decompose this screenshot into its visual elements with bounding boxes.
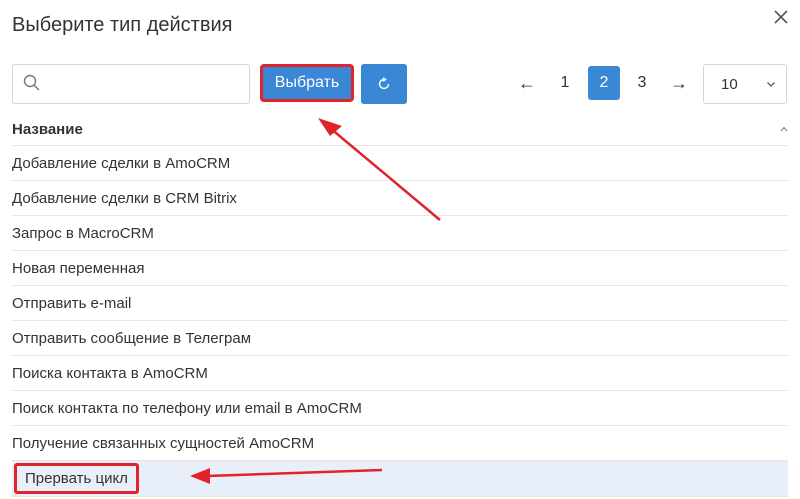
table-row[interactable]: Поиска контакта в AmoCRM xyxy=(12,356,788,391)
table-row[interactable]: Отправить e-mail xyxy=(12,286,788,321)
table-row[interactable]: Отправить сообщение в Телеграм xyxy=(12,321,788,356)
search-input[interactable] xyxy=(47,73,246,97)
page-size-select[interactable]: 10 xyxy=(703,64,787,104)
column-header-name: Название xyxy=(12,121,83,138)
refresh-button[interactable] xyxy=(361,64,407,104)
prev-page-button[interactable]: ← xyxy=(514,66,540,100)
page-3-button[interactable]: 3 xyxy=(632,66,652,100)
next-page-button[interactable]: → xyxy=(666,66,692,100)
table-row[interactable]: Получение связанных сущностей AmoCRM xyxy=(12,426,788,461)
page-2-button[interactable]: 2 xyxy=(588,66,620,100)
table-row[interactable]: Поиск контакта по телефону или email в A… xyxy=(12,391,788,426)
table-row[interactable]: Новая переменная xyxy=(12,251,788,286)
page-size-value: 10 xyxy=(721,76,738,93)
close-icon[interactable] xyxy=(770,6,792,28)
table-row[interactable]: Добавление сделки в CRM Bitrix xyxy=(12,181,788,216)
dialog-title: Выберите тип действия xyxy=(12,14,233,36)
table-header[interactable]: Название xyxy=(12,112,788,146)
page-1-button[interactable]: 1 xyxy=(555,66,575,100)
table-row[interactable]: Запрос в MacroCRM xyxy=(12,216,788,251)
search-box[interactable] xyxy=(12,64,250,104)
search-icon xyxy=(23,74,40,91)
refresh-icon xyxy=(378,77,390,90)
table-row[interactable]: Добавление сделки в AmoCRM xyxy=(12,146,788,181)
action-type-dialog: Выберите тип действия Выбрать ← 1 2 3 → … xyxy=(0,0,800,499)
chevron-down-icon xyxy=(767,82,775,87)
table-row-selected[interactable]: Прервать цикл xyxy=(12,461,788,497)
select-button[interactable]: Выбрать xyxy=(260,64,354,102)
sort-up-icon xyxy=(780,126,788,132)
